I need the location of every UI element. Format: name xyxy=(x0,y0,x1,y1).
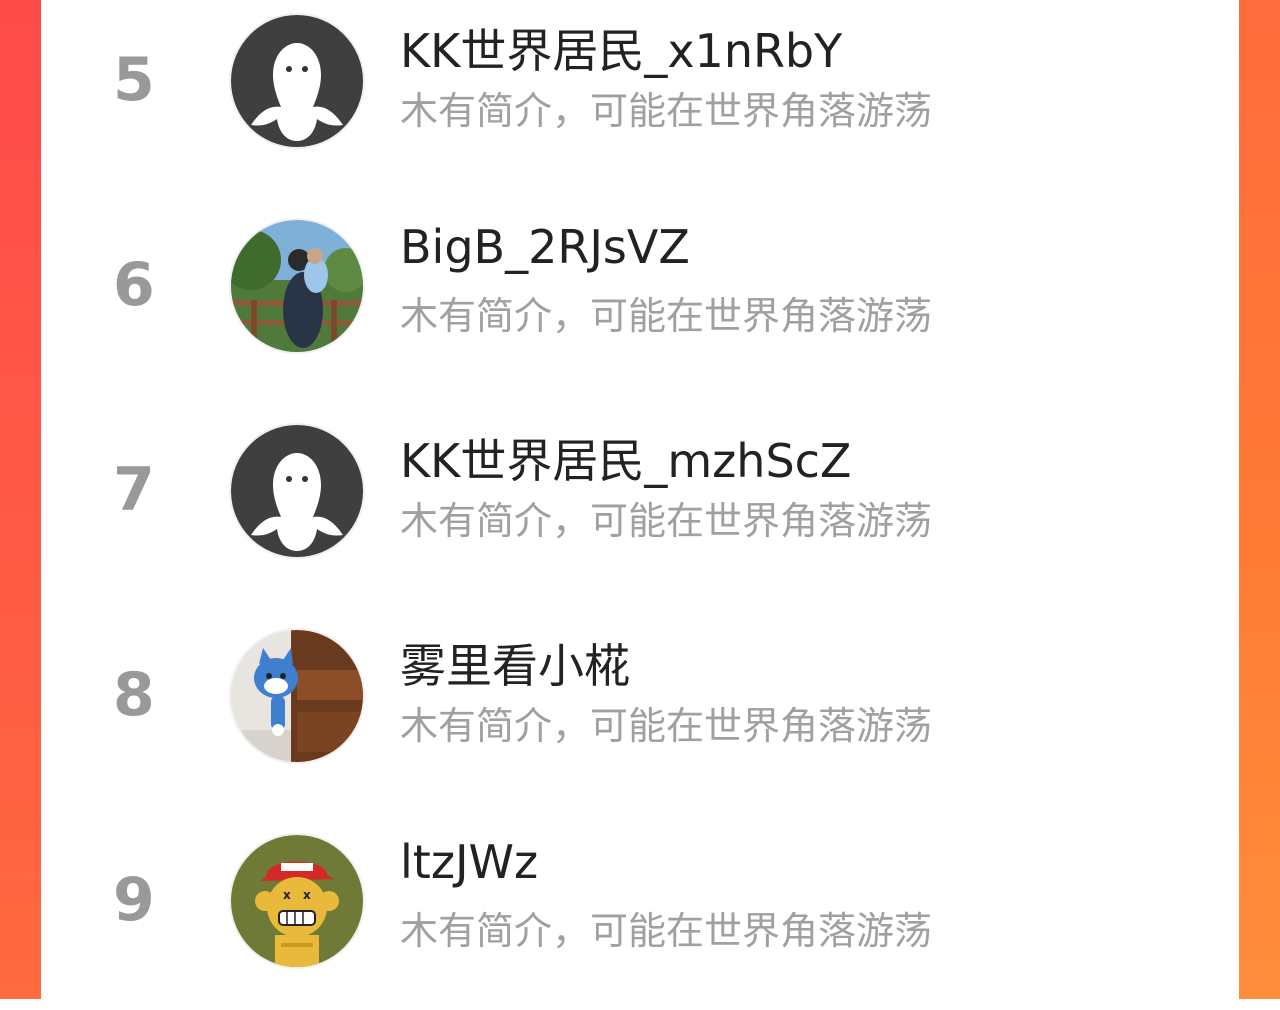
user-name[interactable]: BigB_2RJsVZ xyxy=(400,220,690,274)
right-accent-border xyxy=(1239,0,1280,999)
list-item[interactable]: 9 x x ltzJWz 木有简介，可能在世界角落游荡 xyxy=(41,820,1239,1010)
user-name[interactable]: KK世界居民_x1nRbY xyxy=(400,15,842,81)
rank-number: 6 xyxy=(113,250,155,320)
ape-avatar-icon[interactable]: x x xyxy=(231,835,363,967)
user-name[interactable]: KK世界居民_mzhScZ xyxy=(400,425,851,491)
rank-number: 8 xyxy=(113,660,155,730)
svg-text:x: x xyxy=(283,888,291,902)
user-bio: 木有简介，可能在世界角落游荡 xyxy=(400,909,933,953)
left-accent-border xyxy=(0,0,41,999)
list-item[interactable]: 7 KK世界居民_mzhScZ 木有简介，可能在世界角落游荡 xyxy=(41,410,1239,600)
user-bio: 木有简介，可能在世界角落游荡 xyxy=(400,704,933,748)
rank-number: 9 xyxy=(113,865,155,935)
list-item[interactable]: 8 雾里看小椛 木有简介，可能在世界角落游荡 xyxy=(41,615,1239,805)
default-avatar-icon[interactable] xyxy=(231,425,363,557)
user-name[interactable]: 雾里看小椛 xyxy=(400,630,630,696)
ranking-list: 5 KK世界居民_x1nRbY 木有简介，可能在世界角落游荡 6 BigB_2R… xyxy=(41,0,1239,999)
photo-avatar-icon[interactable] xyxy=(231,220,363,352)
user-bio: 木有简介，可能在世界角落游荡 xyxy=(400,294,933,338)
rank-number: 5 xyxy=(113,45,155,115)
user-name[interactable]: ltzJWz xyxy=(400,835,538,889)
default-avatar-icon[interactable] xyxy=(231,15,363,147)
user-bio: 木有简介，可能在世界角落游荡 xyxy=(400,499,933,543)
list-item[interactable]: 6 BigB_2RJsVZ 木有简介，可能在世界角落游荡 xyxy=(41,205,1239,395)
rank-number: 7 xyxy=(113,455,155,525)
list-item[interactable]: 5 KK世界居民_x1nRbY 木有简介，可能在世界角落游荡 xyxy=(41,0,1239,190)
user-bio: 木有简介，可能在世界角落游荡 xyxy=(400,89,933,133)
cat-avatar-icon[interactable] xyxy=(231,630,363,762)
svg-text:x: x xyxy=(303,888,311,902)
